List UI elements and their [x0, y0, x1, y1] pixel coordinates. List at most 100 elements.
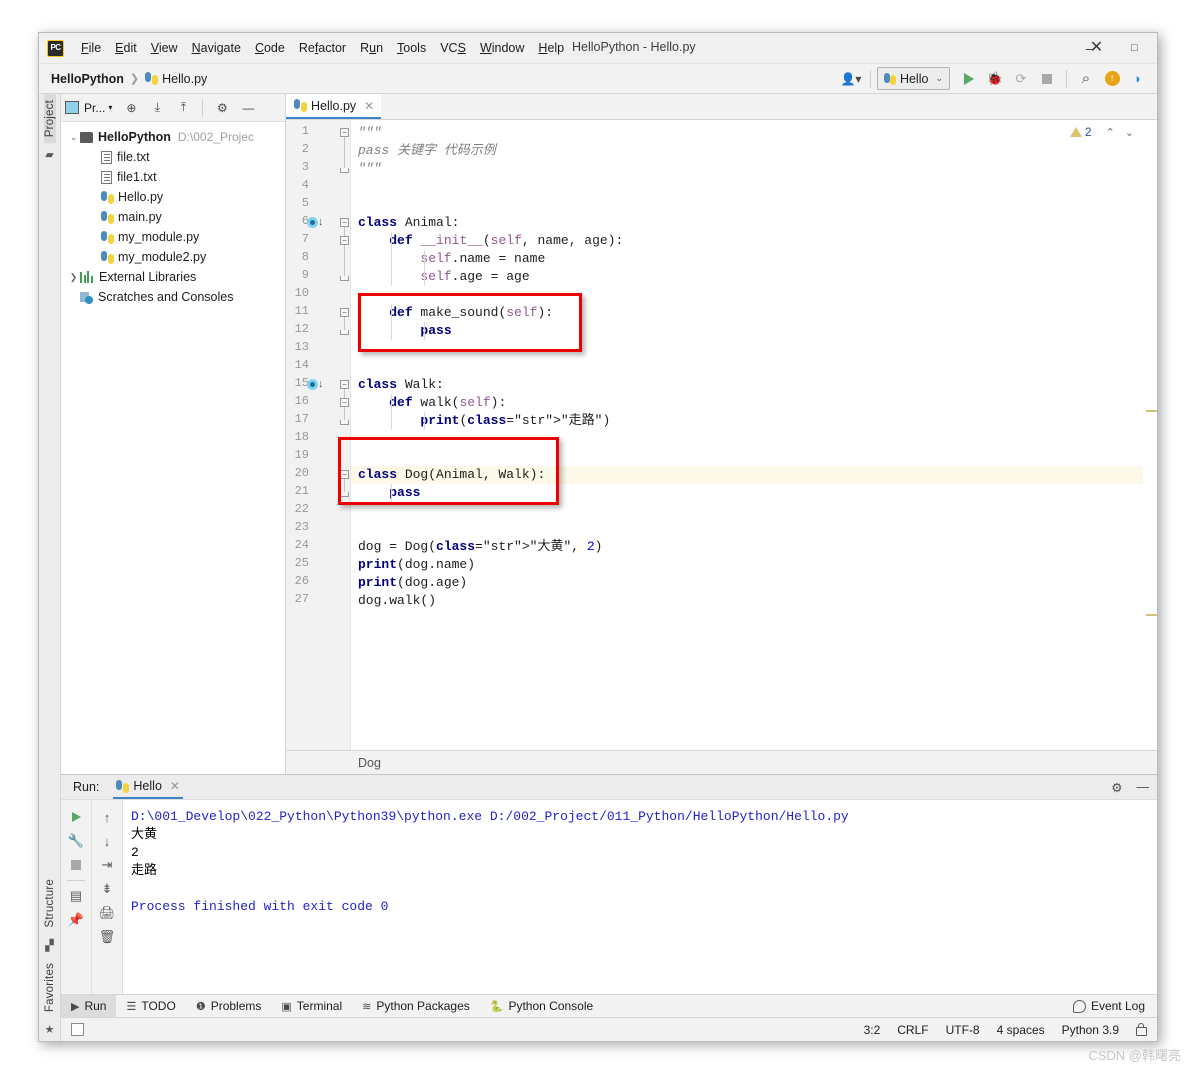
search-icon[interactable]: ⌕	[1075, 68, 1097, 90]
tool-window-todo[interactable]: ☰ TODO	[116, 995, 185, 1017]
breadcrumb-file[interactable]: Hello.py	[162, 72, 207, 86]
tree-item-scratches-and-consoles[interactable]: Scratches and Consoles	[61, 287, 285, 307]
fold-marker[interactable]: −	[340, 128, 349, 137]
run-window-header: Run: Hello ✕ ⚙ —	[61, 775, 1157, 800]
soft-wrap-icon[interactable]: ⇥	[102, 853, 113, 877]
tool-window-label: Problems	[210, 999, 262, 1013]
run-tab-hello[interactable]: Hello ✕	[113, 775, 183, 799]
editor-breadcrumb[interactable]: Dog	[358, 756, 381, 770]
console-line: 2	[131, 845, 139, 860]
tree-item-hellopython[interactable]: ⌄ HelloPython D:\002_Projec	[61, 127, 285, 147]
menu-navigate[interactable]: Navigate	[185, 38, 248, 58]
menu-help[interactable]: Help	[531, 38, 571, 58]
layout-icon[interactable]: ▤	[70, 884, 82, 908]
menu-code[interactable]: Code	[248, 38, 292, 58]
gear-icon[interactable]: ⚙	[1111, 780, 1122, 795]
tool-window-python-console[interactable]: 🐍 Python Console	[480, 995, 603, 1017]
python-interpreter[interactable]: Python 3.9	[1062, 1023, 1119, 1037]
hide-pane-icon[interactable]: —	[237, 97, 259, 119]
tool-window-problems[interactable]: ❶ Problems	[186, 995, 272, 1017]
menu-file[interactable]: File	[74, 38, 108, 58]
hide-icon[interactable]: —	[1137, 780, 1150, 794]
user-avatar-icon[interactable]: 👤▾	[840, 68, 862, 90]
gear-icon[interactable]: ⚙	[211, 97, 233, 119]
editor-gutter[interactable]: 1 2 3 4 5 6 7 8 9 10 11 12 13 14 15 16 17 18 19 20 21 22 23 24 2…	[286, 120, 339, 750]
stop-button[interactable]	[1036, 68, 1058, 90]
tree-item-main-py[interactable]: main.py	[61, 207, 285, 227]
scroll-to-end-icon[interactable]: ⇟	[102, 877, 113, 901]
next-problem-icon[interactable]: ⌄	[1125, 126, 1134, 139]
collapse-all-icon[interactable]: ⤒	[172, 97, 194, 119]
run-actions-left: 🔧 ▤ 📌	[61, 800, 92, 994]
fold-marker[interactable]: −	[340, 308, 349, 317]
line-separator[interactable]: CRLF	[897, 1023, 928, 1037]
previous-problem-icon[interactable]: ⌃	[1106, 126, 1115, 139]
run-configuration-selector[interactable]: Hello ⌄	[876, 67, 950, 90]
menu-window[interactable]: Window	[473, 38, 531, 58]
profile-icon[interactable]: ◗	[1127, 68, 1149, 90]
stop-process-icon[interactable]	[71, 853, 81, 877]
update-project-icon[interactable]: ↑	[1101, 68, 1123, 90]
menu-tools[interactable]: Tools	[390, 38, 433, 58]
tab-hello-py[interactable]: Hello.py ✕	[286, 94, 382, 119]
menu-edit[interactable]: Edit	[108, 38, 144, 58]
menu-view[interactable]: View	[144, 38, 185, 58]
run-button[interactable]	[958, 68, 980, 90]
menu-run[interactable]: Run	[353, 38, 390, 58]
run-coverage-button[interactable]: ⟳	[1010, 68, 1032, 90]
line-number: 22	[294, 502, 309, 516]
tool-window-icon: 🐍	[489, 1000, 504, 1013]
console-output[interactable]: D:\001_Develop\022_Python\Python39\pytho…	[123, 800, 1157, 994]
file-encoding[interactable]: UTF-8	[946, 1023, 980, 1037]
project-pane-title[interactable]: Pr... ▾	[65, 101, 112, 115]
tree-toggle-icon[interactable]: ❯	[67, 272, 80, 283]
breadcrumb-project[interactable]: HelloPython	[51, 72, 124, 86]
down-stack-icon[interactable]: ↓	[104, 829, 111, 853]
error-stripe[interactable]	[1143, 120, 1157, 750]
run-class-gutter-icon[interactable]: ↓	[307, 216, 324, 228]
sidebar-item-structure[interactable]: Structure	[44, 873, 56, 933]
tool-window-python-packages[interactable]: ≋ Python Packages	[352, 995, 480, 1017]
expand-all-icon[interactable]: ⤓	[146, 97, 168, 119]
tree-item-file-txt[interactable]: file.txt	[61, 147, 285, 167]
clear-all-icon[interactable]: 🗑	[99, 925, 116, 949]
tree-toggle-icon[interactable]: ⌄	[67, 132, 80, 143]
configure-icon[interactable]: 🔧	[68, 829, 84, 853]
lock-icon[interactable]	[1136, 1022, 1147, 1036]
tree-item-hello-py[interactable]: Hello.py	[61, 187, 285, 207]
code-editor[interactable]: 1 2 3 4 5 6 7 8 9 10 11 12 13 14 15 16 17 18 19 20 21 22 23 24 2…	[286, 120, 1157, 750]
menu-refactor[interactable]: Refactor	[292, 38, 353, 58]
fold-marker[interactable]: −	[340, 398, 349, 407]
close-icon[interactable]: ✕	[364, 99, 374, 113]
scroll-from-source-icon[interactable]: ⊕	[120, 97, 142, 119]
fold-marker[interactable]: −	[340, 380, 349, 389]
fold-marker[interactable]: −	[340, 236, 349, 245]
tree-item-external-libraries[interactable]: ❯ External Libraries	[61, 267, 285, 287]
up-stack-icon[interactable]: ↑	[104, 805, 111, 829]
toggle-tool-windows-icon[interactable]	[71, 1023, 84, 1036]
sidebar-item-project[interactable]: Project	[43, 94, 56, 144]
debug-button[interactable]: 🐞	[984, 68, 1006, 90]
print-icon[interactable]: 🖨	[99, 901, 116, 925]
caret-position[interactable]: 3:2	[864, 1023, 881, 1037]
tree-item-my-module2-py[interactable]: my_module2.py	[61, 247, 285, 267]
pin-tab-icon[interactable]: 📌	[68, 908, 84, 932]
event-log-button[interactable]: Event Log	[1072, 999, 1145, 1013]
tree-item-my-module-py[interactable]: my_module.py	[61, 227, 285, 247]
code-text[interactable]: """ pass 关键字 代码示例 """ class Animal: def __…	[351, 120, 1157, 750]
fold-column[interactable]: − − − − − − −	[339, 120, 351, 750]
line-number: 12	[294, 322, 309, 336]
rerun-icon[interactable]	[71, 805, 81, 829]
indent-setting[interactable]: 4 spaces	[997, 1023, 1045, 1037]
structure-icon: ▞	[45, 939, 54, 952]
run-class-gutter-icon[interactable]: ↓	[307, 378, 324, 390]
fold-marker[interactable]: −	[340, 218, 349, 227]
tool-window-run[interactable]: ▶ Run	[61, 995, 117, 1017]
run-tab-close-icon[interactable]: ✕	[170, 779, 180, 793]
close-button[interactable]: ✕	[1074, 33, 1119, 63]
tree-item-file1-txt[interactable]: file1.txt	[61, 167, 285, 187]
sidebar-item-favorites[interactable]: Favorites	[44, 957, 56, 1018]
menu-vcs[interactable]: VCS	[433, 38, 473, 58]
tool-window-terminal[interactable]: ▣ Terminal	[271, 995, 352, 1017]
inspection-widget[interactable]: 2 ⌃ ⌄	[1069, 125, 1139, 139]
